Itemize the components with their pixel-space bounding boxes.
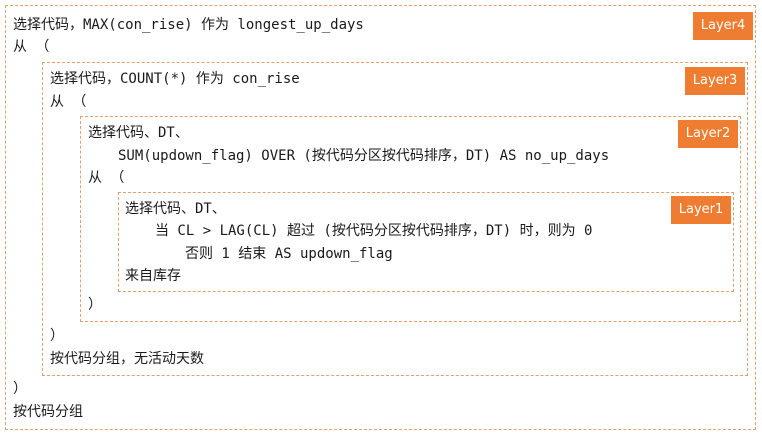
- layer2-select-line: 选择代码、DT、: [88, 125, 189, 141]
- layer2-from-line: 从 （: [88, 170, 125, 186]
- layer4-select-line: 选择代码，MAX(con_rise) 作为 longest_up_days: [13, 17, 364, 33]
- layer2-badge: Layer2: [678, 120, 738, 148]
- layer4-close-paren: ）: [13, 381, 27, 397]
- layer2-sum-line: SUM(updown_flag) OVER (按代码分区按代码排序，DT) AS…: [118, 148, 610, 164]
- layer3-badge: Layer3: [685, 67, 745, 95]
- layer2-close-paren: ）: [88, 297, 102, 313]
- layer1-badge: Layer1: [671, 196, 731, 224]
- layer1-select-line: 选择代码、DT、: [125, 201, 226, 217]
- layer1-case-line: 当 CL > LAG(CL) 超过 (按代码分区按代码排序，DT) 时，则为 0: [155, 223, 593, 239]
- layer3-select-line: 选择代码，COUNT(*) 作为 con_rise: [50, 71, 300, 87]
- layer1-else-line: 否则 1 结束 AS updown_flag: [185, 246, 393, 262]
- layer3-close-paren: ）: [50, 328, 64, 344]
- layer4-group-line: 按代码分组: [13, 404, 83, 420]
- layer4-from-line: 从 （: [13, 39, 50, 55]
- layer3-from-line: 从 （: [50, 94, 87, 110]
- layer1-from-line: 来自库存: [125, 268, 181, 284]
- layer3-group-line: 按代码分组，无活动天数: [50, 351, 204, 367]
- layer4-badge: Layer4: [693, 12, 753, 40]
